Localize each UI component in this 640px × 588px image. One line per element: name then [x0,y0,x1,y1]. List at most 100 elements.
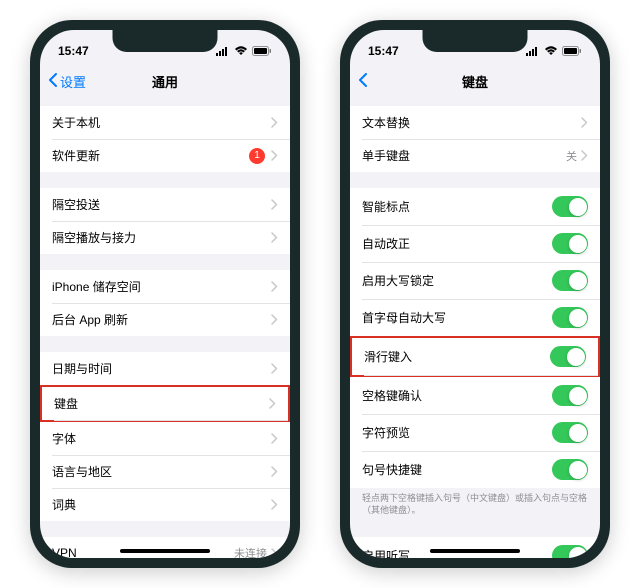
settings-row[interactable]: 智能标点 [350,188,600,225]
screen-right: 15:47 键盘 文本替换单手键盘关智能标点自动改正启用大写锁定首字母自动大写滑… [350,30,600,558]
settings-row[interactable]: 启用听写 [350,537,600,558]
settings-row[interactable]: 后台 App 刷新 [40,303,290,336]
settings-row[interactable]: 隔空投送 [40,188,290,221]
badge-icon: 1 [249,148,265,164]
settings-row[interactable]: 字符预览 [350,414,600,451]
chevron-right-icon [271,232,278,243]
chevron-right-icon [271,548,278,559]
battery-icon [252,46,272,56]
nav-bar-right: 键盘 [350,64,600,98]
row-label: 关于本机 [52,114,271,131]
row-label: 字体 [52,430,271,447]
chevron-right-icon [271,363,278,374]
chevron-right-icon [271,466,278,477]
settings-row[interactable]: iPhone 储存空间 [40,270,290,303]
row-label: 软件更新 [52,147,249,164]
wifi-icon [544,46,558,56]
toggle-switch[interactable] [552,307,588,328]
row-label: 首字母自动大写 [362,309,552,326]
settings-row[interactable]: 空格键确认 [350,377,600,414]
toggle-switch[interactable] [552,385,588,406]
settings-row[interactable]: 词典 [40,488,290,521]
row-label: 文本替换 [362,114,581,131]
row-label: 空格键确认 [362,387,552,404]
settings-group: 文本替换单手键盘关 [350,106,600,172]
toggle-switch[interactable] [552,459,588,480]
toggle-switch[interactable] [552,422,588,443]
chevron-left-icon [358,73,368,90]
chevron-left-icon [48,73,58,90]
page-title: 键盘 [462,72,488,91]
row-value: 关 [566,148,577,164]
row-label: 句号快捷键 [362,461,552,478]
row-label: iPhone 储存空间 [52,278,271,295]
row-label: 后台 App 刷新 [52,311,271,328]
chevron-right-icon [271,199,278,210]
back-button[interactable]: 设置 [48,72,86,91]
settings-row[interactable]: 启用大写锁定 [350,262,600,299]
row-label: 词典 [52,496,271,513]
settings-row[interactable]: 句号快捷键 [350,451,600,488]
row-label: 日期与时间 [52,360,271,377]
chevron-right-icon [269,398,276,409]
chevron-right-icon [271,150,278,161]
toggle-switch[interactable] [552,196,588,217]
settings-row[interactable]: 自动改正 [350,225,600,262]
settings-row[interactable]: 键盘 [40,385,290,422]
row-label: 隔空播放与接力 [52,229,271,246]
row-label: 字符预览 [362,424,552,441]
chevron-right-icon [271,281,278,292]
battery-icon [562,46,582,56]
signal-icon [216,46,230,56]
home-indicator[interactable] [430,549,520,553]
toggle-switch[interactable] [552,233,588,254]
settings-row[interactable]: 文本替换 [350,106,600,139]
home-indicator[interactable] [120,549,210,553]
back-label: 设置 [60,72,86,91]
settings-group: iPhone 储存空间后台 App 刷新 [40,270,290,336]
nav-bar-left: 设置 通用 [40,64,290,98]
settings-row[interactable]: 字体 [40,422,290,455]
row-label: 隔空投送 [52,196,271,213]
settings-row[interactable]: 首字母自动大写 [350,299,600,336]
settings-group: 日期与时间键盘字体语言与地区词典 [40,352,290,521]
settings-row[interactable]: 软件更新1 [40,139,290,172]
toggle-switch[interactable] [552,545,588,558]
row-label: 自动改正 [362,235,552,252]
page-title: 通用 [152,72,178,91]
settings-row[interactable]: 关于本机 [40,106,290,139]
screen-left: 15:47 设置 通用 关于本机软件更新1 隔空投送隔空播放与接力 iPhone 储… [40,30,290,558]
row-label: 语言与地区 [52,463,271,480]
content-left[interactable]: 关于本机软件更新1 隔空投送隔空播放与接力 iPhone 储存空间后台 App 刷新… [40,98,290,558]
notch [423,30,528,52]
back-button[interactable] [358,73,368,90]
settings-row[interactable]: VPN未连接 [40,537,290,558]
settings-group: VPN未连接 [40,537,290,558]
status-indicators [526,46,582,56]
group-footer: 轻点两下空格键插入句号（中文键盘）或插入句点与空格（其他键盘）。 [350,488,600,521]
toggle-switch[interactable] [550,346,586,367]
settings-row[interactable]: 日期与时间 [40,352,290,385]
signal-icon [526,46,540,56]
toggle-switch[interactable] [552,270,588,291]
row-label: 滑行键入 [364,348,550,365]
chevron-right-icon [581,150,588,161]
phone-mockup-right: 15:47 键盘 文本替换单手键盘关智能标点自动改正启用大写锁定首字母自动大写滑… [340,20,610,568]
notch [113,30,218,52]
wifi-icon [234,46,248,56]
chevron-right-icon [271,117,278,128]
chevron-right-icon [271,314,278,325]
status-time: 15:47 [368,44,399,58]
status-time: 15:47 [58,44,89,58]
settings-row[interactable]: 滑行键入 [350,336,600,377]
settings-group: 关于本机软件更新1 [40,106,290,172]
row-value: 未连接 [234,545,267,558]
status-indicators [216,46,272,56]
settings-group: 启用听写听写语言 [350,537,600,558]
content-right[interactable]: 文本替换单手键盘关智能标点自动改正启用大写锁定首字母自动大写滑行键入空格键确认字… [350,98,600,558]
settings-row[interactable]: 单手键盘关 [350,139,600,172]
row-label: 单手键盘 [362,147,566,164]
settings-row[interactable]: 语言与地区 [40,455,290,488]
chevron-right-icon [271,499,278,510]
settings-row[interactable]: 隔空播放与接力 [40,221,290,254]
